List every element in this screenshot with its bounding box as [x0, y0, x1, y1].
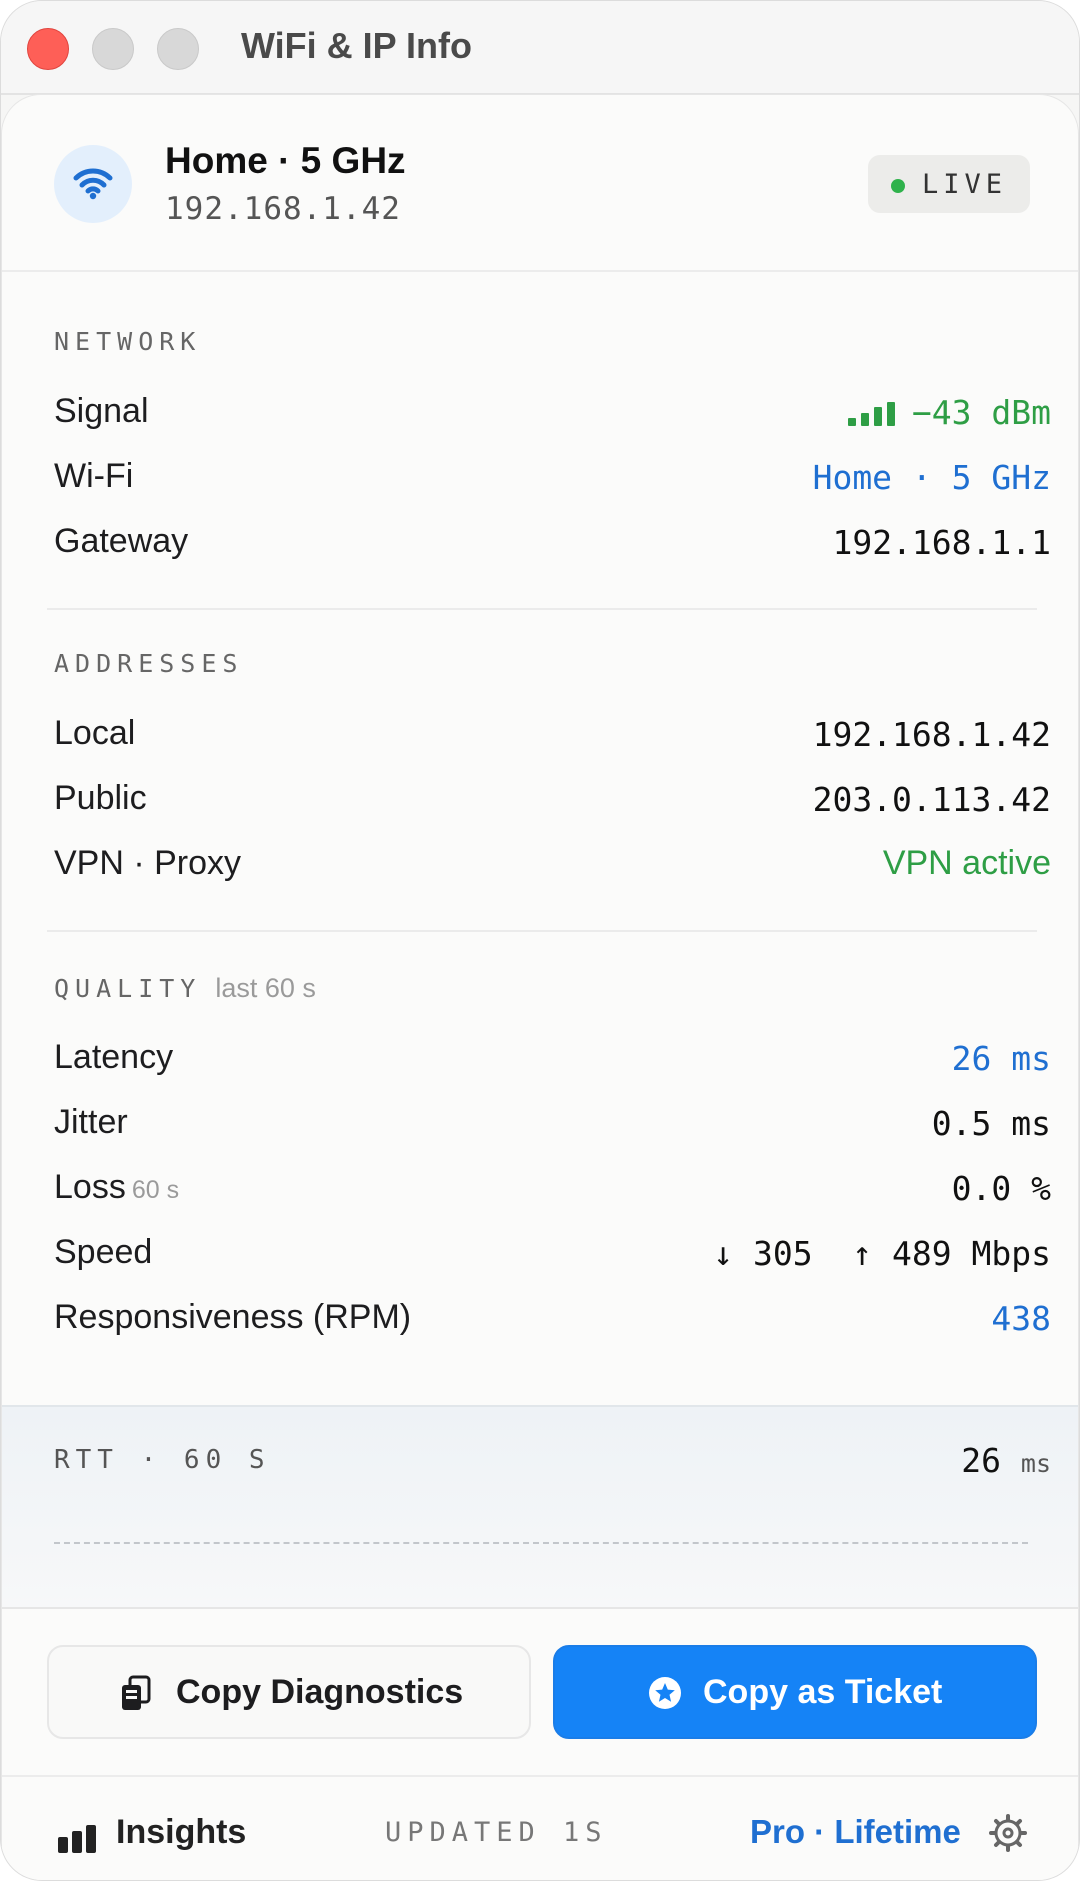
live-badge: LIVE — [868, 155, 1030, 213]
rtt-baseline — [54, 1542, 1028, 1544]
divider — [47, 608, 1037, 610]
jitter-label: Jitter — [54, 1103, 128, 1141]
loss-label-text: Loss — [54, 1168, 126, 1206]
insights-button[interactable]: Insights — [116, 1813, 246, 1852]
plan-link[interactable]: Pro · Lifetime — [750, 1813, 961, 1851]
rtt-value: 26 ms — [961, 1441, 1051, 1480]
gateway-label: Gateway — [54, 522, 189, 560]
rtt-unit: ms — [1020, 1449, 1051, 1478]
latency-label: Latency — [54, 1038, 174, 1076]
clipboard-icon — [122, 1675, 151, 1710]
live-dot-icon — [891, 179, 905, 193]
minimize-button[interactable] — [92, 28, 134, 70]
vpn-status-value: VPN active — [882, 844, 1051, 882]
live-label: LIVE — [922, 169, 1008, 200]
loss-label: Loss 60 s — [54, 1168, 179, 1207]
star-badge-icon — [649, 1677, 681, 1709]
loss-window: 60 s — [131, 1176, 180, 1204]
signal-dbm: −43 dBm — [911, 393, 1051, 432]
loss-value: 0.0 % — [951, 1169, 1051, 1208]
connection-header: Home · 5 GHz 192.168.1.42 LIVE — [2, 95, 1078, 272]
gateway-value: 192.168.1.1 — [832, 523, 1051, 562]
network-name: Home · 5 GHz — [165, 140, 406, 181]
updated-status: UPDATED 1S — [385, 1817, 608, 1848]
speed-label: Speed — [54, 1233, 153, 1271]
app-window: WiFi & IP Info Home · 5 GHz 192.168.1.42… — [0, 0, 1080, 1881]
public-label: Public — [54, 779, 147, 817]
public-ip-value: 203.0.113.42 — [812, 780, 1051, 819]
device-ip: 192.168.1.42 — [165, 191, 401, 227]
title-bar: WiFi & IP Info — [1, 1, 1079, 95]
rpm-value: 438 — [991, 1299, 1051, 1338]
copy-diagnostics-label: Copy Diagnostics — [176, 1673, 464, 1711]
wifi-value[interactable]: Home · 5 GHz — [813, 458, 1051, 497]
network-section-label: NETWORK — [54, 327, 202, 356]
wifi-icon — [54, 145, 132, 223]
rtt-graph: RTT · 60 S 26 ms — [2, 1405, 1078, 1609]
close-button[interactable] — [27, 28, 69, 70]
signal-strength-icon — [847, 401, 898, 428]
divider — [47, 930, 1037, 932]
info-panel: Home · 5 GHz 192.168.1.42 LIVE NETWORK S… — [1, 94, 1079, 1880]
wifi-label: Wi-Fi — [54, 457, 134, 495]
vpn-proxy-label: VPN · Proxy — [54, 844, 242, 882]
quality-title: QUALITY — [54, 974, 202, 1003]
addresses-section-label: ADDRESSES — [54, 649, 244, 678]
latency-value: 26 ms — [951, 1039, 1051, 1078]
bar-chart-icon[interactable] — [58, 1825, 98, 1853]
rtt-label: RTT · 60 S — [54, 1445, 271, 1475]
signal-label: Signal — [54, 392, 149, 430]
signal-value: −43 dBm — [847, 393, 1051, 432]
gear-icon[interactable] — [988, 1813, 1028, 1853]
window-title: WiFi & IP Info — [241, 25, 472, 66]
copy-as-ticket-button[interactable]: Copy as Ticket — [553, 1645, 1037, 1739]
speed-value: ↓ 305 ↑ 489 Mbps — [713, 1234, 1051, 1273]
quality-window: last 60 s — [215, 973, 316, 1003]
copy-diagnostics-button[interactable]: Copy Diagnostics — [47, 1645, 531, 1739]
jitter-value: 0.5 ms — [931, 1104, 1051, 1143]
copy-as-ticket-label: Copy as Ticket — [703, 1673, 943, 1711]
footer-bar: Insights UPDATED 1S Pro · Lifetime — [2, 1775, 1078, 1880]
quality-section-label: QUALITY last 60 s — [54, 973, 316, 1004]
local-ip-value: 192.168.1.42 — [812, 715, 1051, 754]
zoom-button[interactable] — [157, 28, 199, 70]
rtt-number: 26 — [961, 1441, 1002, 1480]
local-label: Local — [54, 714, 136, 752]
rpm-label: Responsiveness (RPM) — [54, 1298, 412, 1336]
